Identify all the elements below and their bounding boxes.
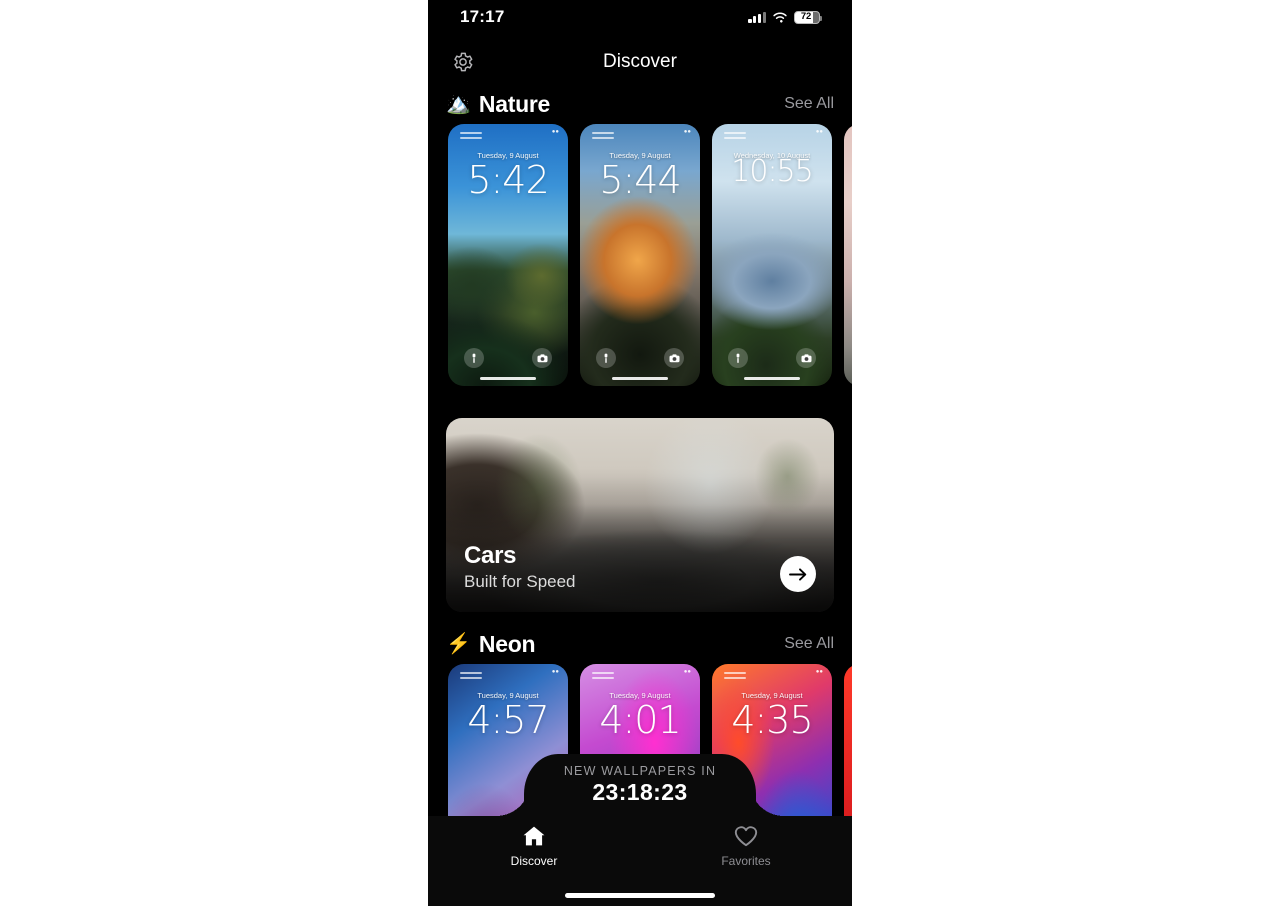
new-wallpapers-countdown: NEW WALLPAPERS IN 23:18:23 <box>524 754 756 816</box>
lockscreen-statusbar: ●● <box>448 129 568 139</box>
section-title-nature: Nature <box>478 90 550 117</box>
see-all-neon-link[interactable]: See All <box>784 635 834 653</box>
cellular-signal-icon <box>748 11 766 23</box>
tab-favorites-label: Favorites <box>721 854 771 868</box>
wallpaper-row-nature[interactable]: ●● Tuesday, 9 August 5:42 ●● Tuesday, 9 … <box>428 124 852 386</box>
flashlight-icon <box>596 348 616 368</box>
wallpaper-card[interactable] <box>844 124 852 386</box>
lockscreen-time: 4:35 <box>731 698 813 742</box>
status-bar-indicators: 72 <box>748 10 822 24</box>
status-bar-time: 17:17 <box>460 7 505 26</box>
lockscreen-time: 4:57 <box>467 698 549 742</box>
page-title: Discover <box>603 51 677 72</box>
arrow-right-icon <box>788 567 806 581</box>
screenshot-root: 17:17 72 Discover 🏔️ Nature See All ●● T… <box>0 0 1280 906</box>
section-title-neon: Neon <box>478 630 536 657</box>
lockscreen-time: 5:44 <box>599 158 681 202</box>
heart-icon <box>734 826 758 847</box>
lockscreen-time: 10:55 <box>731 154 813 189</box>
wallpaper-image <box>844 124 852 386</box>
section-title-group-nature: 🏔️ Nature <box>446 91 550 118</box>
section-title-group-neon: ⚡ Neon <box>446 630 536 658</box>
lockscreen-controls <box>448 348 568 368</box>
tab-favorites[interactable]: Favorites <box>640 824 852 868</box>
system-home-indicator <box>565 893 715 898</box>
tab-discover[interactable]: Discover <box>428 824 640 868</box>
battery-percent-label: 72 <box>800 11 812 23</box>
phone-screen: 17:17 72 Discover 🏔️ Nature See All ●● T… <box>428 0 852 906</box>
home-icon <box>523 826 545 846</box>
tab-discover-label: Discover <box>510 854 558 868</box>
lockscreen-time: 5:42 <box>467 158 549 202</box>
camera-icon <box>532 348 552 368</box>
battery-icon: 72 <box>794 10 822 24</box>
banner-open-button[interactable] <box>780 556 816 592</box>
navigation-bar: Discover <box>428 40 852 84</box>
lockscreen-home-indicator <box>744 377 800 380</box>
banner-title: Cars <box>464 542 517 570</box>
flashlight-icon <box>464 348 484 368</box>
lockscreen-statusbar: ●● <box>580 669 700 679</box>
status-bar: 17:17 72 <box>428 0 852 34</box>
gear-icon <box>454 52 473 72</box>
wallpaper-card[interactable]: ●● Tuesday, 9 August 5:44 <box>580 124 700 386</box>
camera-icon <box>796 348 816 368</box>
camera-icon <box>664 348 684 368</box>
countdown-timer: 23:18:23 <box>592 779 688 805</box>
high-voltage-icon: ⚡ <box>446 633 471 655</box>
lockscreen-controls <box>712 348 832 368</box>
lockscreen-statusbar: ●● <box>580 129 700 139</box>
featured-banner-cars[interactable]: Cars Built for Speed <box>446 418 834 612</box>
lockscreen-statusbar: ●● <box>712 669 832 679</box>
lockscreen-time: 4:01 <box>599 698 681 742</box>
see-all-nature-link[interactable]: See All <box>784 95 834 113</box>
flashlight-icon <box>728 348 748 368</box>
lockscreen-statusbar: ●● <box>448 669 568 679</box>
snow-capped-mountain-icon: 🏔️ <box>446 93 471 115</box>
tab-bar: Discover Favorites <box>428 816 852 906</box>
settings-button[interactable] <box>448 47 478 77</box>
lockscreen-controls <box>580 348 700 368</box>
wifi-icon <box>773 12 787 23</box>
lockscreen-statusbar: ●● <box>712 129 832 139</box>
section-header-nature: 🏔️ Nature See All <box>428 84 852 124</box>
lockscreen-home-indicator <box>612 377 668 380</box>
wallpaper-card[interactable]: ●● Wednesday, 10 August 10:55 <box>712 124 832 386</box>
section-header-neon: ⚡ Neon See All <box>428 624 852 664</box>
banner-text-group: Cars Built for Speed <box>464 542 576 592</box>
countdown-label: NEW WALLPAPERS IN <box>563 764 717 778</box>
wallpaper-card[interactable]: ●● Tuesday, 9 August 5:42 <box>448 124 568 386</box>
lockscreen-home-indicator <box>480 377 536 380</box>
banner-subtitle: Built for Speed <box>464 572 576 591</box>
